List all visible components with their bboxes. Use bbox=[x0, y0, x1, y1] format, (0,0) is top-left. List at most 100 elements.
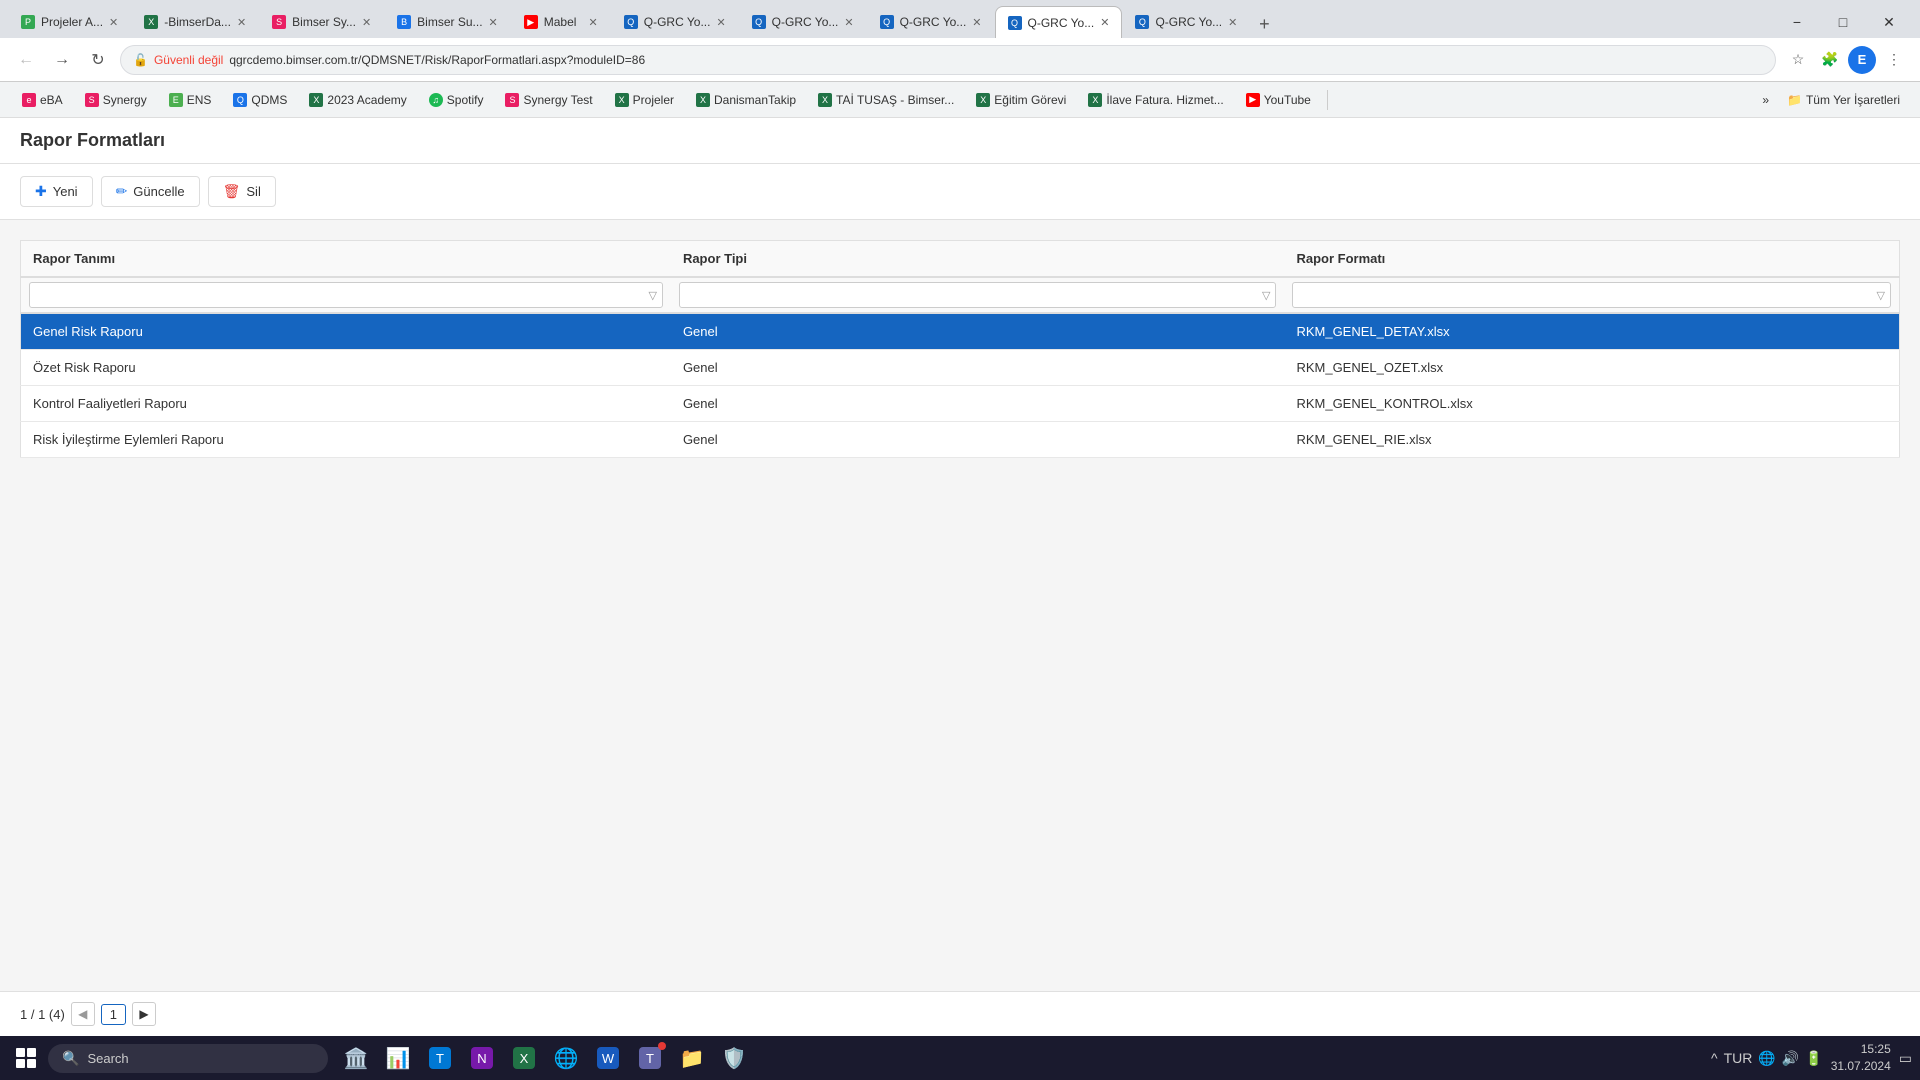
tab-close-8[interactable]: ✕ bbox=[972, 16, 981, 29]
tab-qgrc-6[interactable]: Q Q-GRC Yo... ✕ bbox=[611, 6, 739, 38]
filter-input-rapor-tipi[interactable] bbox=[679, 282, 1277, 308]
bookmark-synergy-test[interactable]: S Synergy Test bbox=[495, 89, 602, 111]
tab-projeler[interactable]: P Projeler A... ✕ bbox=[8, 6, 131, 38]
address-bar-input[interactable]: 🔓 Güvenli değil qgrcdemo.bimser.com.tr/Q… bbox=[120, 45, 1776, 75]
taskbar-right: ^ TUR 🌐 🔊 🔋 15:25 31.07.2024 ▭ bbox=[1711, 1041, 1912, 1075]
taskbar-item-security[interactable]: 🛡️ bbox=[714, 1038, 754, 1078]
tab-close-1[interactable]: ✕ bbox=[109, 16, 118, 29]
tab-qgrc-10[interactable]: Q Q-GRC Yo... ✕ bbox=[1122, 6, 1250, 38]
tab-close-2[interactable]: ✕ bbox=[237, 16, 246, 29]
taskbar-search[interactable]: 🔍 Search bbox=[48, 1044, 328, 1073]
tab-bimser-sy[interactable]: S Bimser Sy... ✕ bbox=[259, 6, 384, 38]
taskbar-item-fileexplorer[interactable]: 🏛️ bbox=[336, 1038, 376, 1078]
tab-close-9[interactable]: ✕ bbox=[1100, 16, 1109, 29]
table-row[interactable]: Özet Risk Raporu Genel RKM_GENEL_OZET.xl… bbox=[21, 350, 1900, 386]
show-desktop-button[interactable]: ▭ bbox=[1899, 1050, 1912, 1067]
extensions-button[interactable]: 🧩 bbox=[1816, 46, 1844, 74]
bookmark-ilave[interactable]: X İlave Fatura. Hizmet... bbox=[1078, 89, 1233, 111]
tab-qgrc-8[interactable]: Q Q-GRC Yo... ✕ bbox=[867, 6, 995, 38]
tab-mabel[interactable]: ▶ Mabel ✕ bbox=[511, 6, 611, 38]
back-button[interactable]: ← bbox=[12, 46, 40, 74]
table-row[interactable]: Kontrol Faaliyetleri Raporu Genel RKM_GE… bbox=[21, 386, 1900, 422]
bookmark-ens[interactable]: E ENS bbox=[159, 89, 222, 111]
bookmark-label-egitim: Eğitim Görevi bbox=[994, 93, 1066, 107]
excel-icon: X bbox=[513, 1047, 535, 1069]
taskbar-item-chrome[interactable]: 🌐 bbox=[546, 1038, 586, 1078]
security-icon: 🔓 bbox=[133, 53, 148, 67]
tab-close-6[interactable]: ✕ bbox=[716, 16, 725, 29]
bookmark-youtube[interactable]: ▶ YouTube bbox=[1236, 89, 1321, 111]
time-date-display[interactable]: 15:25 31.07.2024 bbox=[1831, 1041, 1891, 1075]
settings-menu-button[interactable]: ⋮ bbox=[1880, 46, 1908, 74]
bookmark-synergy[interactable]: S Synergy bbox=[75, 89, 157, 111]
bookmark-icon-eba: e bbox=[22, 93, 36, 107]
bookmark-icon-spotify: ♫ bbox=[429, 93, 443, 107]
bookmark-eba[interactable]: e eBA bbox=[12, 89, 73, 111]
tab-close-3[interactable]: ✕ bbox=[362, 16, 371, 29]
notification-badge bbox=[658, 1042, 666, 1050]
speaker-icon[interactable]: 🔊 bbox=[1782, 1050, 1799, 1067]
bookmark-projeler[interactable]: X Projeler bbox=[605, 89, 684, 111]
bookmark-icon-danisman: X bbox=[696, 93, 710, 107]
start-button[interactable] bbox=[8, 1040, 44, 1076]
tab-favicon-9: Q bbox=[1008, 16, 1022, 30]
system-tray: ^ TUR 🌐 🔊 🔋 bbox=[1711, 1050, 1823, 1067]
bookmark-academy[interactable]: X 2023 Academy bbox=[299, 89, 416, 111]
update-icon: ✏ bbox=[116, 183, 128, 200]
tab-close-10[interactable]: ✕ bbox=[1228, 16, 1237, 29]
minimize-button[interactable]: − bbox=[1774, 6, 1820, 38]
address-url: qgrcdemo.bimser.com.tr/QDMSNET/Risk/Rapo… bbox=[229, 53, 645, 67]
tab-qgrc-9-active[interactable]: Q Q-GRC Yo... ✕ bbox=[995, 6, 1123, 38]
prev-page-button[interactable]: ◀ bbox=[71, 1002, 95, 1026]
taskbar-items: 🏛️ 📊 T N X 🌐 W T 📁 🛡️ bbox=[336, 1038, 754, 1078]
bookmark-label-ens: ENS bbox=[187, 93, 212, 107]
next-page-button[interactable]: ▶ bbox=[132, 1002, 156, 1026]
bookmarks-more-button[interactable]: » bbox=[1754, 89, 1777, 111]
tab-favicon-7: Q bbox=[752, 15, 766, 29]
taskbar-item-app3[interactable]: T bbox=[420, 1038, 460, 1078]
filter-input-rapor-formati[interactable] bbox=[1292, 282, 1891, 308]
tray-chevron[interactable]: ^ bbox=[1711, 1050, 1718, 1066]
new-button[interactable]: ✚ Yeni bbox=[20, 176, 93, 207]
refresh-button[interactable]: ↻ bbox=[84, 46, 112, 74]
fileexplorer-icon: 🏛️ bbox=[345, 1047, 367, 1069]
taskbar-item-excel[interactable]: X bbox=[504, 1038, 544, 1078]
tab-bimserda[interactable]: X -BimserDa... ✕ bbox=[131, 6, 259, 38]
tab-close-7[interactable]: ✕ bbox=[844, 16, 853, 29]
table-row[interactable]: Risk İyileştirme Eylemleri Raporu Genel … bbox=[21, 422, 1900, 458]
cell-tanimi-2: Özet Risk Raporu bbox=[21, 350, 671, 386]
tab-bimser-su[interactable]: B Bimser Su... ✕ bbox=[384, 6, 511, 38]
taskbar-item-teams[interactable]: T bbox=[630, 1038, 670, 1078]
data-table: Rapor Tanımı Rapor Tipi Rapor Formatı ▽ bbox=[20, 240, 1900, 458]
browser-chrome: P Projeler A... ✕ X -BimserDa... ✕ S Bim… bbox=[0, 0, 1920, 118]
taskbar-item-app2[interactable]: 📊 bbox=[378, 1038, 418, 1078]
table-row[interactable]: Genel Risk Raporu Genel RKM_GENEL_DETAY.… bbox=[21, 313, 1900, 350]
bookmark-star-button[interactable]: ☆ bbox=[1784, 46, 1812, 74]
bookmark-spotify[interactable]: ♫ Spotify bbox=[419, 89, 494, 111]
taskbar-item-word[interactable]: W bbox=[588, 1038, 628, 1078]
bookmark-icon-academy: X bbox=[309, 93, 323, 107]
taskbar-item-onenote[interactable]: N bbox=[462, 1038, 502, 1078]
maximize-button[interactable]: □ bbox=[1820, 6, 1866, 38]
update-button[interactable]: ✏ Güncelle bbox=[101, 176, 200, 207]
bookmark-all-folder[interactable]: 📁 Tüm Yer İşaretleri bbox=[1779, 89, 1908, 111]
tab-close-5[interactable]: ✕ bbox=[589, 16, 598, 29]
bookmark-tusas[interactable]: X TAİ TUSAŞ - Bimser... bbox=[808, 89, 964, 111]
close-button[interactable]: ✕ bbox=[1866, 6, 1912, 38]
profile-avatar[interactable]: E bbox=[1848, 46, 1876, 74]
tab-close-4[interactable]: ✕ bbox=[489, 16, 498, 29]
forward-button[interactable]: → bbox=[48, 46, 76, 74]
bookmark-qdms[interactable]: Q QDMS bbox=[223, 89, 297, 111]
new-tab-button[interactable]: + bbox=[1250, 10, 1278, 38]
bookmark-danisman[interactable]: X DanismanTakip bbox=[686, 89, 806, 111]
filter-input-rapor-tanimi[interactable] bbox=[29, 282, 663, 308]
bookmark-egitim[interactable]: X Eğitim Görevi bbox=[966, 89, 1076, 111]
taskbar-item-folder[interactable]: 📁 bbox=[672, 1038, 712, 1078]
bookmark-label-eba: eBA bbox=[40, 93, 63, 107]
delete-button[interactable]: 🗑 Sil bbox=[208, 176, 276, 207]
profile-menu-button[interactable]: E bbox=[1848, 46, 1876, 74]
update-label: Güncelle bbox=[133, 184, 184, 199]
cell-tanimi-4: Risk İyileştirme Eylemleri Raporu bbox=[21, 422, 671, 458]
network-icon: 🌐 bbox=[1758, 1050, 1775, 1067]
tab-qgrc-7[interactable]: Q Q-GRC Yo... ✕ bbox=[739, 6, 867, 38]
